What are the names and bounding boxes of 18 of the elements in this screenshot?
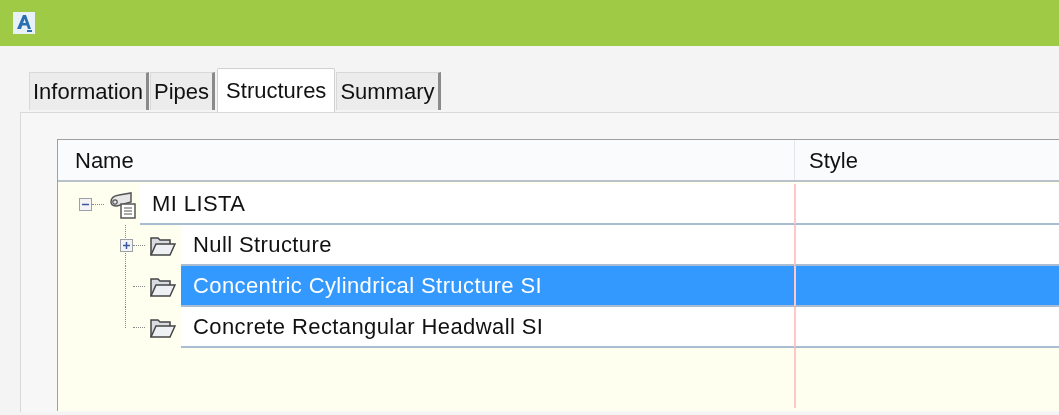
tree-item[interactable]: Null Structure: [181, 225, 794, 266]
collapse-toggle[interactable]: [78, 198, 92, 211]
expand-toggle[interactable]: [119, 239, 133, 252]
open-folder-icon: [150, 275, 176, 298]
tab[interactable]: Information: [29, 72, 150, 110]
column-header[interactable]: Name: [58, 140, 794, 180]
open-folder-icon: [150, 234, 176, 257]
tab[interactable]: Summary: [336, 72, 441, 110]
column-header[interactable]: Style: [794, 140, 1059, 180]
tree-item[interactable]: MI LISTA: [140, 184, 794, 225]
tab[interactable]: Structures: [217, 68, 336, 112]
tab[interactable]: Pipes: [150, 72, 216, 110]
app-logo-icon: [13, 12, 35, 34]
open-folder-icon: [150, 316, 176, 339]
plus-icon: [122, 242, 130, 249]
minus-icon: [81, 201, 89, 208]
tree-item[interactable]: Concrete Rectangular Headwall SI: [181, 307, 794, 348]
document-list-icon: [107, 189, 137, 220]
